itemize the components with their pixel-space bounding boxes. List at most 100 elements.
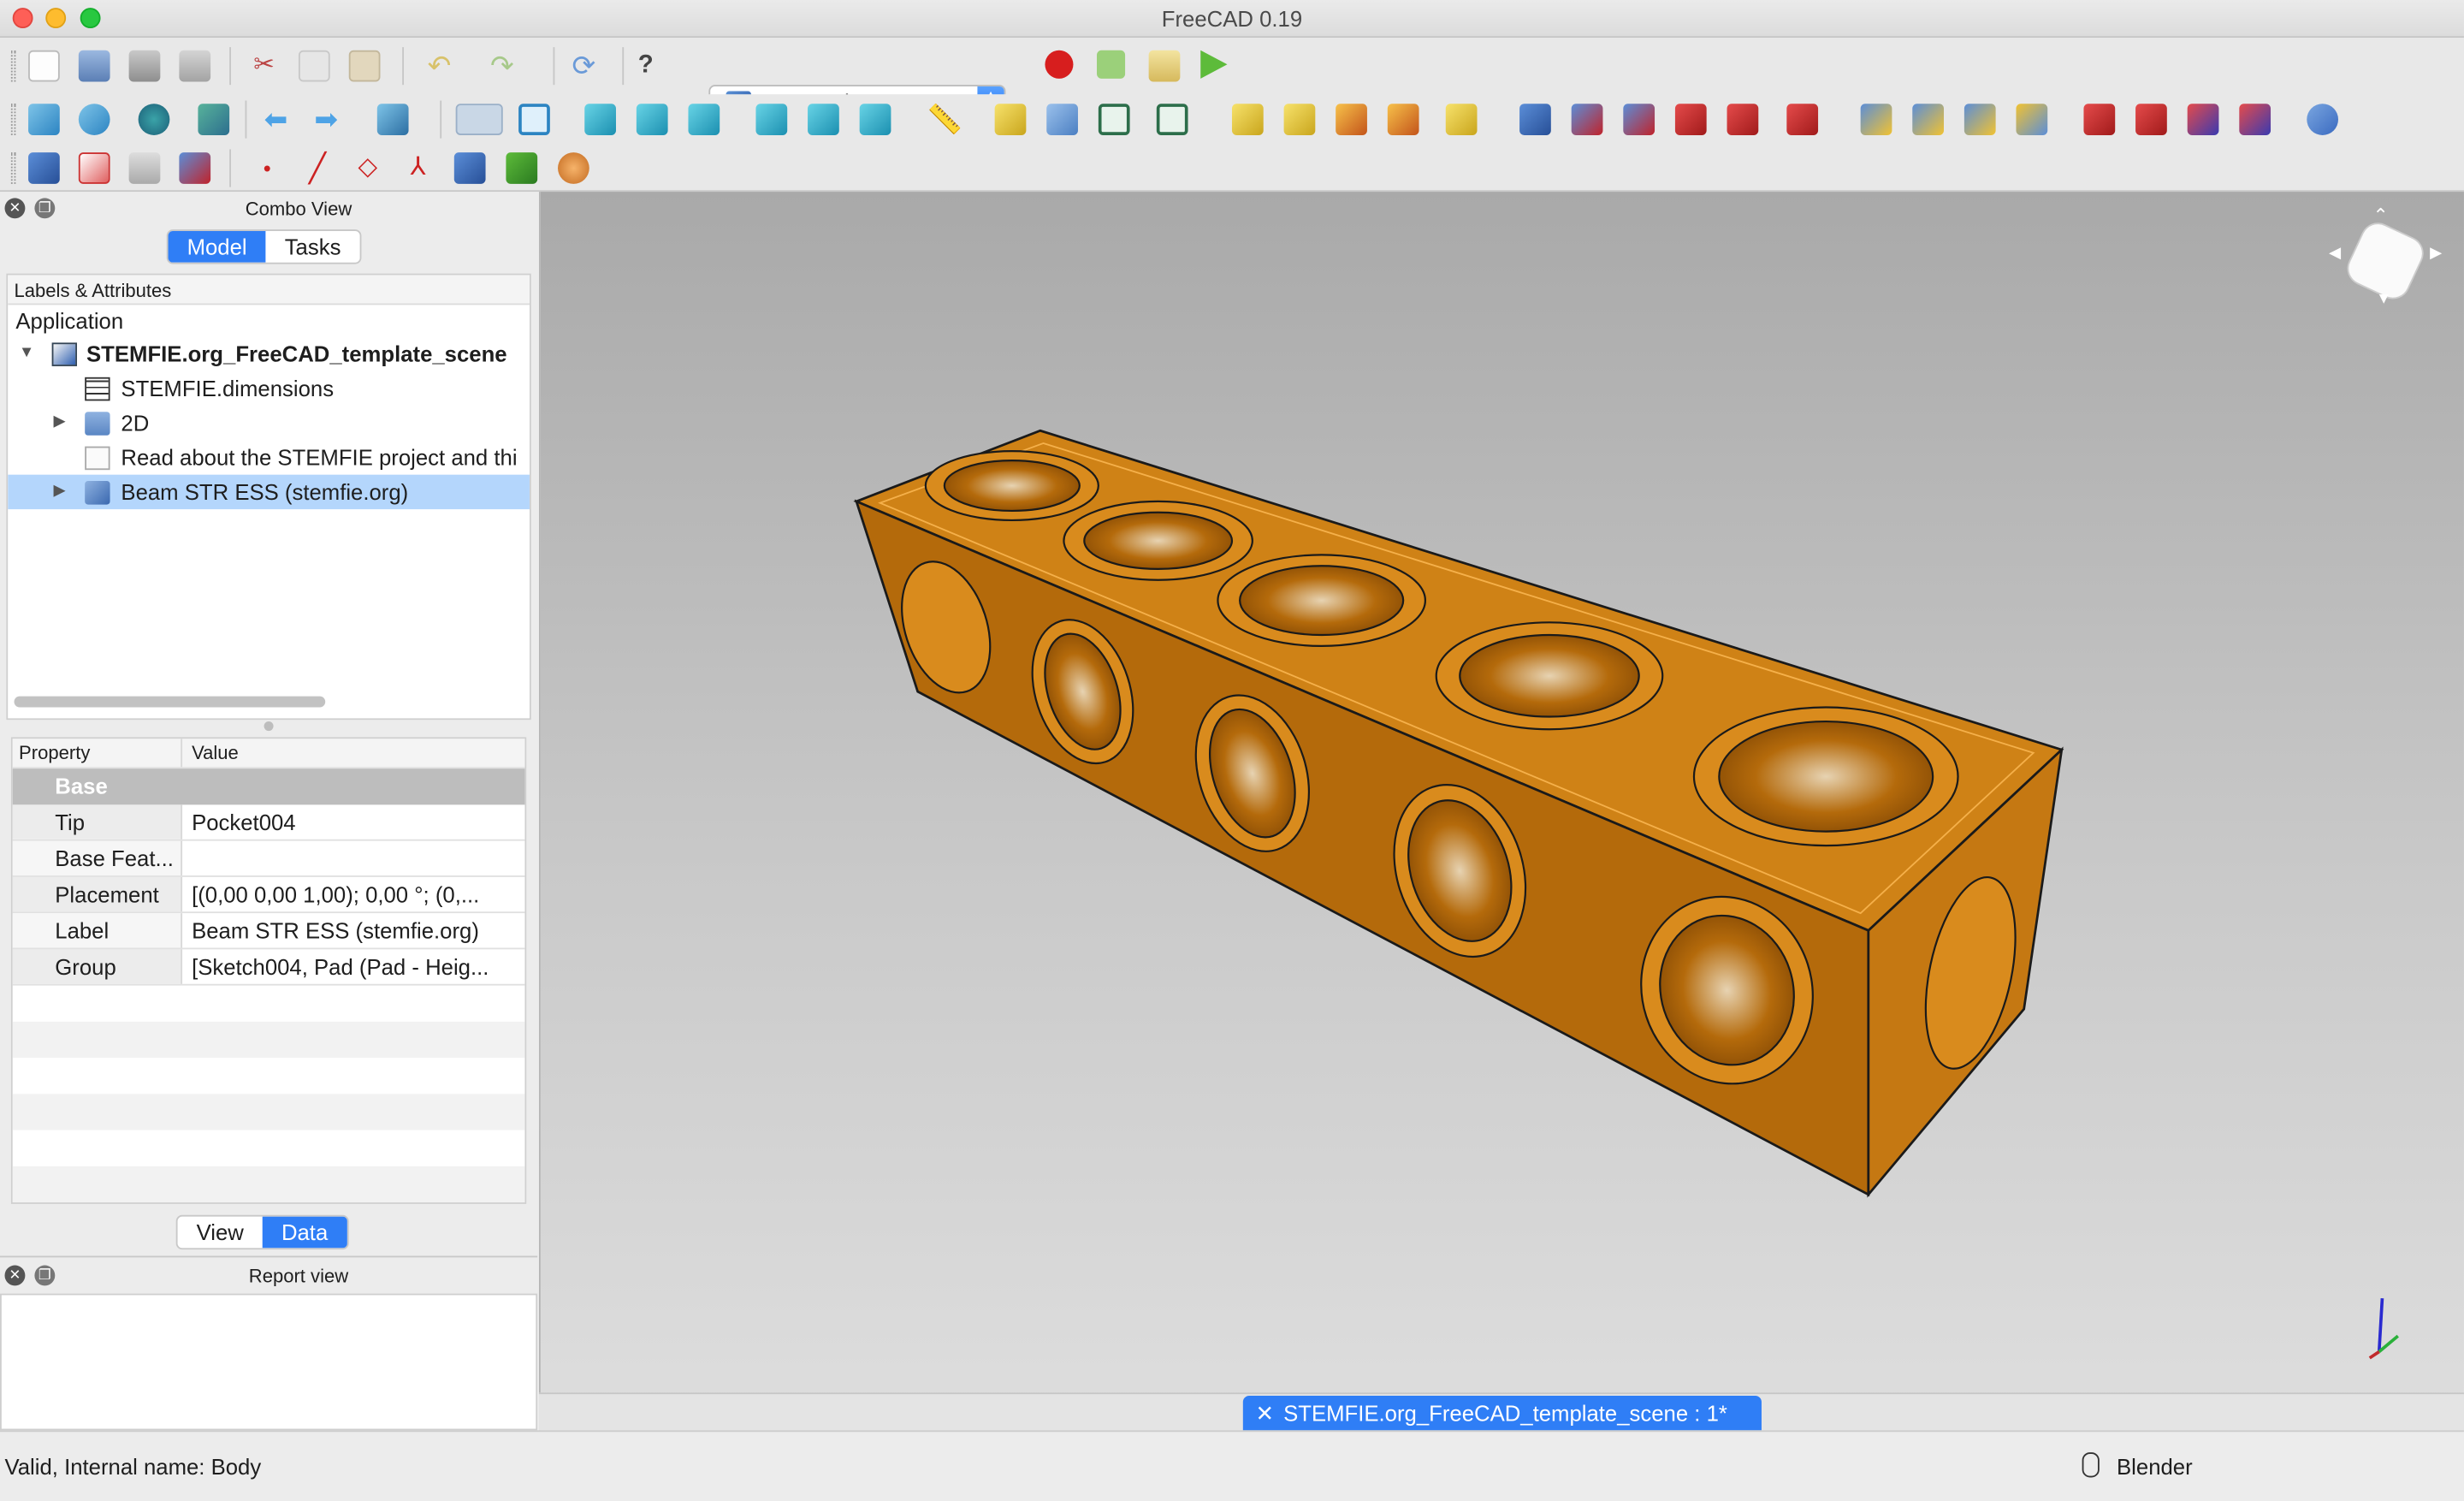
create-sketch-icon[interactable] (1283, 104, 1316, 135)
open-document-icon[interactable] (78, 50, 110, 82)
rotate-left-icon[interactable]: ◀ (2329, 246, 2341, 263)
toolbar-grip[interactable] (10, 104, 16, 135)
redo-icon[interactable]: ↷ (490, 50, 522, 82)
property-row-tip[interactable]: Tip Pocket004 (12, 804, 525, 841)
tab-tasks[interactable]: Tasks (266, 231, 360, 263)
polar-pattern-icon[interactable] (1964, 104, 1996, 135)
isometric-view-icon[interactable] (518, 104, 550, 135)
property-value[interactable]: [Sketch004, Pad (Pad - Heig... (182, 949, 524, 983)
measure-distance-icon[interactable]: 📏 (927, 104, 962, 135)
datum-line-icon[interactable]: ╱ (302, 152, 334, 184)
stemfie-logo-icon[interactable] (558, 152, 589, 184)
collapse-triangle-icon[interactable]: ▼ (19, 336, 34, 371)
navigation-cube[interactable]: ⌃ ◀ ▶ ▼ (2329, 205, 2442, 308)
linear-pattern-icon[interactable] (1912, 104, 1944, 135)
link-actions-icon[interactable] (1156, 104, 1188, 135)
expand-triangle-icon[interactable]: ▶ (53, 475, 65, 509)
rotate-right-icon[interactable]: ▶ (2430, 246, 2442, 263)
bottom-view-icon[interactable] (808, 104, 839, 135)
close-tab-icon[interactable]: ✕ (1256, 1400, 1275, 1425)
mirrored-icon[interactable] (1860, 104, 1892, 135)
property-row-label[interactable]: Label Beam STR ESS (stemfie.org) (12, 913, 525, 950)
copy-icon[interactable] (298, 50, 330, 82)
macro-run-icon[interactable] (1200, 50, 1228, 79)
pocket-icon[interactable] (1674, 104, 1707, 135)
clone-icon[interactable] (179, 152, 211, 184)
report-float-icon[interactable]: ❐ (34, 1265, 56, 1286)
toolbar-grip[interactable] (10, 50, 16, 82)
sketch-menu-icon[interactable] (1445, 104, 1478, 135)
zoom-menu-icon[interactable] (455, 104, 503, 135)
create-link-icon[interactable] (1098, 104, 1130, 135)
tab-view[interactable]: View (178, 1217, 263, 1249)
fit-selection-icon[interactable] (78, 104, 110, 135)
back-arrow-icon[interactable]: ⬅ (264, 104, 296, 135)
sync-view-icon[interactable] (376, 104, 409, 135)
create-sketch-red-icon[interactable] (78, 152, 110, 184)
datum-point-icon[interactable]: • (252, 152, 283, 184)
property-value[interactable]: Pocket004 (182, 804, 524, 839)
property-group-base[interactable]: Base (12, 768, 525, 805)
property-value[interactable]: Beam STR ESS (stemfie.org) (182, 913, 524, 947)
macro-edit-icon[interactable] (1148, 50, 1181, 82)
splitter-handle[interactable] (264, 721, 274, 732)
property-value[interactable]: [(0,00 0,00 1,00); 0,00 °; (0,... (182, 877, 524, 911)
map-sketch-icon[interactable] (1387, 104, 1419, 135)
datum-plane-icon[interactable]: ◇ (352, 152, 383, 184)
fit-all-icon[interactable] (28, 104, 60, 135)
expand-triangle-icon[interactable]: ▶ (53, 406, 65, 440)
cut-icon[interactable]: ✂ (248, 50, 280, 82)
toolbar-grip[interactable] (10, 152, 16, 184)
tab-data[interactable]: Data (262, 1216, 347, 1249)
loft-icon[interactable] (1623, 104, 1656, 135)
revolution-icon[interactable] (1571, 104, 1603, 135)
report-view-output[interactable] (0, 1293, 538, 1431)
top-view-icon[interactable] (636, 104, 668, 135)
create-body-icon[interactable] (1231, 104, 1264, 135)
property-value[interactable] (182, 841, 524, 875)
report-close-icon[interactable]: ✕ (4, 1265, 26, 1286)
shape-binder-icon[interactable] (128, 152, 161, 184)
tree-item-readme[interactable]: Read about the STEMFIE project and thi (8, 440, 530, 474)
undo-icon[interactable]: ↶ (428, 50, 459, 82)
tree-item-2d[interactable]: ▶ 2D (8, 406, 530, 440)
panel-float-icon[interactable]: ❐ (34, 198, 56, 219)
beam-model[interactable] (541, 192, 2464, 1430)
property-row-group[interactable]: Group [Sketch004, Pad (Pad - Heig... (12, 949, 525, 986)
fillet-icon[interactable] (2083, 104, 2116, 135)
boolean-icon[interactable] (2307, 104, 2339, 135)
rotate-up-icon[interactable]: ⌃ (2372, 205, 2388, 227)
panel-close-icon[interactable]: ✕ (4, 198, 26, 219)
draft-icon[interactable] (2187, 104, 2219, 135)
tab-model[interactable]: Model (168, 230, 266, 263)
create-part-icon[interactable] (994, 104, 1027, 135)
print-icon[interactable] (179, 50, 211, 82)
front-view-icon[interactable] (584, 104, 616, 135)
tree-item-document[interactable]: ▼ STEMFIE.org_FreeCAD_template_scene (8, 336, 530, 371)
tree-horizontal-scrollbar[interactable] (14, 696, 326, 708)
whats-this-icon[interactable]: ? (638, 50, 670, 82)
rotate-down-icon[interactable]: ▼ (2376, 291, 2391, 308)
draw-style-icon[interactable] (138, 104, 170, 135)
sub-shape-binder-icon[interactable] (453, 152, 486, 184)
subtractive-menu-icon[interactable] (1786, 104, 1819, 135)
bounding-box-icon[interactable] (198, 104, 230, 135)
local-coordinate-system-icon[interactable]: ⅄ (402, 152, 434, 184)
thickness-icon[interactable] (2239, 104, 2272, 135)
validate-sketch-icon[interactable] (1336, 104, 1367, 135)
tree-item-spreadsheet[interactable]: STEMFIE.dimensions (8, 371, 530, 405)
shape-binder-green-icon[interactable] (506, 152, 538, 184)
hole-icon[interactable] (1727, 104, 1759, 135)
navigation-style-label[interactable]: Blender (2117, 1454, 2193, 1479)
new-document-icon[interactable] (28, 50, 60, 82)
right-view-icon[interactable] (688, 104, 720, 135)
forward-arrow-icon[interactable]: ➡ (314, 104, 346, 135)
macro-record-icon[interactable] (1045, 50, 1074, 79)
left-view-icon[interactable] (859, 104, 891, 135)
create-group-icon[interactable] (1046, 104, 1078, 135)
pad-icon[interactable] (1519, 104, 1551, 135)
paste-icon[interactable] (348, 50, 381, 82)
refresh-icon[interactable]: ⟳ (572, 50, 604, 82)
multi-transform-icon[interactable] (2016, 104, 2048, 135)
rear-view-icon[interactable] (755, 104, 788, 135)
